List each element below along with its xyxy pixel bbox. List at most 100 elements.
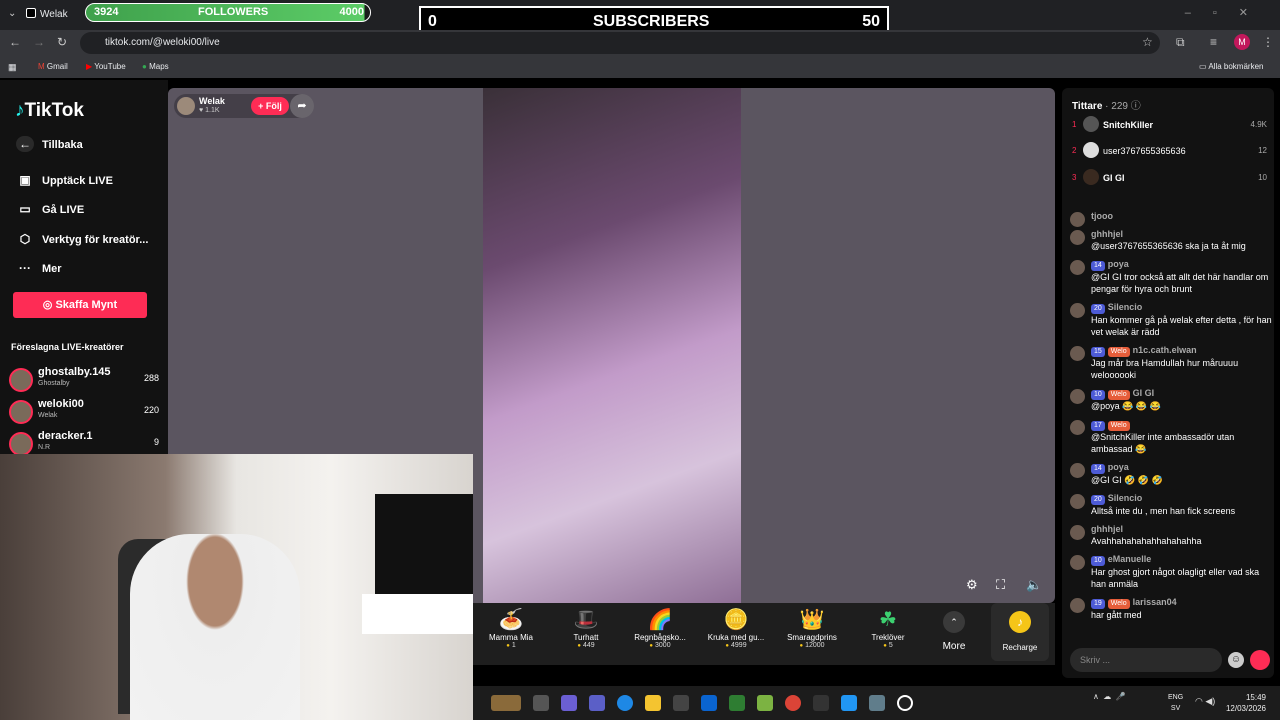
top-viewer-row[interactable]: 2 user3767655365636 12: [1072, 142, 1267, 162]
chat-message[interactable]: tjooo: [1068, 210, 1272, 227]
chat-message[interactable]: 17 Welo @SnitchKiller inte ambassadör utan…: [1068, 418, 1272, 455]
gift-heart-icon[interactable]: [1250, 650, 1270, 670]
chat-username[interactable]: ghhhjel: [1091, 229, 1123, 239]
info-icon[interactable]: ⓘ: [1131, 101, 1141, 112]
gift-item[interactable]: 👑 Smaragdprins12000: [777, 607, 847, 649]
more-gifts-button[interactable]: ⌃ More: [939, 607, 969, 652]
gift-item[interactable]: 🪙 Kruka med gu...4999: [701, 607, 771, 649]
chat-message[interactable]: 19 Welo larissan04 har gått med: [1068, 596, 1272, 621]
taskbar-clock[interactable]: 15:49 12/03/2026: [1226, 692, 1266, 714]
url-field[interactable]: tiktok.com/@weloki00/live: [80, 32, 1160, 54]
apps-grid-icon[interactable]: ▦: [8, 62, 17, 73]
chat-message[interactable]: ghhhjel @user3767655365636 ska ja ta åt m…: [1068, 228, 1272, 252]
share-icon[interactable]: ➦: [290, 94, 314, 118]
top-viewer-row[interactable]: 1 SnitchKiller 4.9K: [1072, 116, 1267, 136]
nav-go-live[interactable]: ▭ Gå LIVE: [16, 201, 84, 217]
image-viewer-icon[interactable]: [869, 695, 885, 711]
bookmark-gmail[interactable]: M Gmail: [38, 62, 68, 71]
creator-name: ghostalby.145: [38, 366, 111, 378]
gift-item[interactable]: 🌈 Regnbågsko...3000: [625, 607, 695, 649]
system-tray[interactable]: ∧ ☁ 🎤: [1093, 692, 1126, 701]
chat-message[interactable]: ghhhjel Avahhahahahahhahahahha: [1068, 523, 1272, 547]
search-widget-icon[interactable]: [491, 695, 521, 711]
back-arrow-icon[interactable]: ←: [9, 35, 21, 49]
gift-name: Turhatt: [573, 633, 599, 642]
obs-icon[interactable]: [897, 695, 913, 711]
chat-username[interactable]: eManuelle: [1108, 554, 1152, 564]
chat-message[interactable]: 10 Welo GI GI @poya 😂 😂 😂: [1068, 387, 1272, 412]
file-explorer-icon[interactable]: [645, 695, 661, 711]
gift-item[interactable]: 🍝 Mamma Mia1: [476, 607, 546, 649]
viewers-header[interactable]: Tittare · 229 ⓘ: [1072, 97, 1141, 112]
chat-username[interactable]: tjooo: [1091, 211, 1113, 221]
chat-message[interactable]: 15 Welo n1c.cath.elwan Jag mår bra Hamdulla…: [1068, 344, 1272, 381]
suggested-creator[interactable]: weloki00 Welak 220: [9, 398, 159, 426]
reload-icon[interactable]: ↻: [57, 35, 67, 49]
tiktok-logo[interactable]: ♪TikTok: [15, 100, 84, 122]
get-coins-button[interactable]: ◎ Skaffa Mynt: [13, 292, 147, 318]
chat-message[interactable]: 20 Silencio Han kommer gå på welak efter d…: [1068, 301, 1272, 338]
all-bookmarks[interactable]: ▭ Alla bokmärken: [1199, 62, 1263, 71]
profile-avatar[interactable]: M: [1234, 34, 1250, 50]
chat-username[interactable]: GI GI: [1133, 388, 1155, 398]
nav-creator-tools[interactable]: ⬡ Verktyg för kreatör...: [16, 231, 149, 247]
chrome-icon[interactable]: [785, 695, 801, 711]
mail-icon[interactable]: [701, 695, 717, 711]
chat-username[interactable]: n1c.cath.elwan: [1133, 345, 1197, 355]
store-icon[interactable]: [673, 695, 689, 711]
avatar: [1070, 303, 1085, 318]
forward-arrow-icon[interactable]: →: [33, 35, 45, 49]
follow-button[interactable]: + Följ: [251, 97, 289, 115]
chat-message[interactable]: 14 poya @GI GI 🤣 🤣 🤣: [1068, 461, 1272, 486]
chat-username[interactable]: Silencio: [1108, 302, 1143, 312]
language-indicator[interactable]: ENG SV: [1168, 692, 1183, 714]
settings-icon[interactable]: ⚙: [966, 577, 978, 593]
volume-icon[interactable]: 🔈: [1026, 577, 1042, 593]
gift-item[interactable]: ☘ Treklöver5: [853, 607, 923, 649]
chat-username[interactable]: poya: [1108, 462, 1129, 472]
browser-menu-icon[interactable]: ⋮: [1262, 35, 1274, 49]
gift-price: 12000: [777, 642, 847, 649]
teams-icon[interactable]: [589, 695, 605, 711]
host-likes: ♥ 1.1K: [199, 107, 220, 114]
wifi-volume-icons[interactable]: ◠ ◀): [1195, 696, 1215, 707]
viewers-label: Tittare: [1072, 101, 1103, 112]
nav-discover-live[interactable]: ▣ Upptäck LIVE: [16, 172, 113, 188]
tiktok-sidebar: ♪TikTok ← Tillbaka ▣ Upptäck LIVE ▭ Gå LIVE…: [0, 80, 168, 460]
recharge-button[interactable]: ♪ Recharge: [991, 603, 1049, 661]
chat-messages[interactable]: tjooo ghhhjel @user3767655365636 ska ja ta…: [1068, 210, 1272, 635]
avatar: [1070, 230, 1085, 245]
window-controls[interactable]: –▫✕: [1185, 6, 1270, 19]
extensions-icon[interactable]: ⧉: [1176, 35, 1185, 50]
nav-more[interactable]: ··· Mer: [16, 260, 62, 276]
m365-icon[interactable]: [757, 695, 773, 711]
chat-message[interactable]: 10 eManuelle Har ghost gjort något olaglig…: [1068, 553, 1272, 590]
chat-username[interactable]: poya: [1108, 259, 1129, 269]
task-view-icon[interactable]: [533, 695, 549, 711]
chat-username[interactable]: Silencio: [1108, 493, 1143, 503]
photos-icon[interactable]: [841, 695, 857, 711]
chat-username[interactable]: larissan04: [1133, 597, 1177, 607]
back-button[interactable]: ← Tillbaka: [16, 136, 83, 152]
chat-input[interactable]: Skriv ...: [1070, 648, 1222, 672]
chat-message[interactable]: 14 poya @GI GI tror också att allt det här…: [1068, 258, 1272, 295]
fullscreen-icon[interactable]: ⛶: [996, 577, 1005, 593]
bookmark-star-icon[interactable]: ☆: [1142, 35, 1153, 49]
app-icon[interactable]: [813, 695, 829, 711]
suggested-creator[interactable]: ghostalby.145 Ghostalby 288: [9, 366, 159, 394]
edge-icon[interactable]: [617, 695, 633, 711]
copilot-icon[interactable]: [561, 695, 577, 711]
chat-username[interactable]: ghhhjel: [1091, 524, 1123, 534]
gift-name: Mamma Mia: [488, 633, 533, 642]
tab-search-icon[interactable]: ⌄: [8, 8, 16, 19]
bookmark-maps[interactable]: ● Maps: [142, 62, 169, 71]
bookmark-youtube[interactable]: ▶ YouTube: [86, 62, 126, 71]
emoji-icon[interactable]: ☺: [1228, 652, 1244, 668]
gift-item[interactable]: 🎩 Turhatt449: [551, 607, 621, 649]
shield-icon[interactable]: [729, 695, 745, 711]
media-icon[interactable]: ≡: [1210, 35, 1217, 49]
chat-message[interactable]: 20 Silencio Alltså inte du , men han fick …: [1068, 492, 1272, 517]
top-viewer-row[interactable]: 3 GI GI 10: [1072, 169, 1267, 189]
bookmark-youtube-label: YouTube: [94, 62, 126, 71]
browser-tab[interactable]: Welak: [26, 4, 86, 26]
